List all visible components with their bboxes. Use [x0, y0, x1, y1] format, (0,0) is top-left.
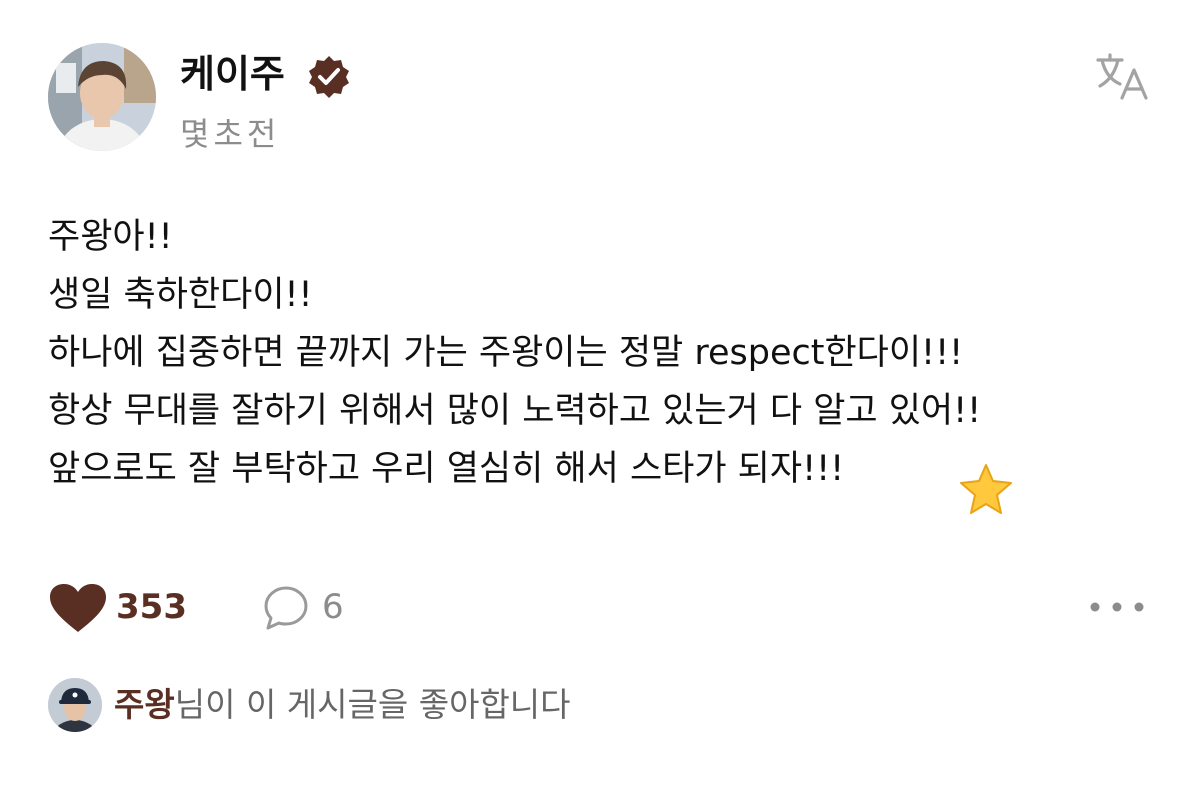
translate-icon[interactable]: [1094, 52, 1150, 102]
post-timestamp: 몇초전: [180, 115, 281, 153]
post-body-line: 하나에 집중하면 끝까지 가는 주왕이는 정말 respect한다이!!!: [48, 333, 964, 373]
like-count: 353: [116, 587, 187, 627]
author-name[interactable]: 케이주: [180, 50, 285, 98]
post-body-line: 생일 축하한다이!!: [48, 275, 313, 315]
more-dots-icon[interactable]: [1086, 592, 1148, 622]
author-avatar[interactable]: [48, 43, 156, 151]
liked-by-suffix: 님이 이 게시글을 좋아합니다: [174, 685, 571, 724]
post-body-line: 주왕아!!: [48, 217, 173, 257]
liker-name[interactable]: 주왕: [114, 685, 175, 724]
heart-icon[interactable]: [48, 582, 108, 634]
liked-by-text: 주왕님이 이 게시글을 좋아합니다: [114, 682, 571, 728]
post-body: 주왕아!! 생일 축하한다이!! 하나에 집중하면 끝까지 가는 주왕이는 정말…: [48, 208, 1158, 498]
post-body-line: 항상 무대를 잘하기 위해서 많이 노력하고 있는거 다 알고 있어!!: [48, 391, 982, 431]
comment-bubble-icon[interactable]: [262, 584, 310, 632]
comment-count: 6: [322, 587, 344, 627]
liker-avatar[interactable]: [48, 678, 102, 732]
star-emoji-icon: [960, 464, 1012, 514]
verified-badge-icon: [309, 56, 349, 98]
post-card: 케이주 몇초전 주왕아!! 생일 축하한다이!! 하나에 집중하면 끝까지 가는…: [0, 0, 1200, 789]
